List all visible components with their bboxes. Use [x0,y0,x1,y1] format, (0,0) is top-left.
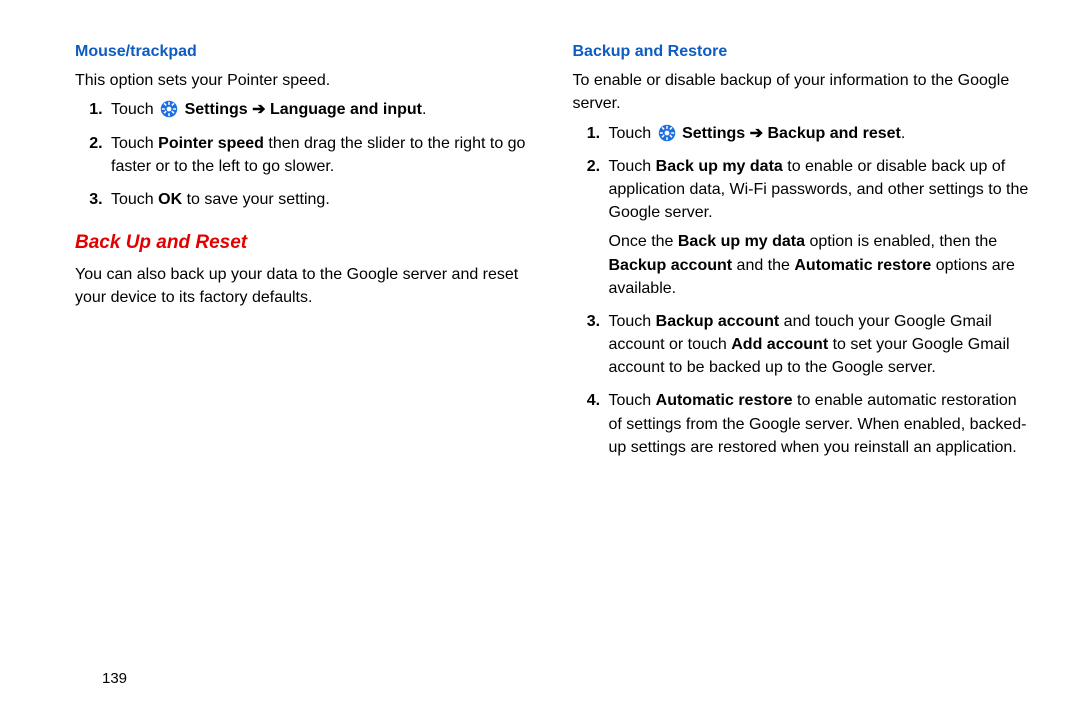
step-followon: Once the Back up my data option is enabl… [609,230,1031,300]
heading-backup-reset: Back Up and Reset [75,229,533,257]
step-item: Touch Back up my data to enable or disab… [605,155,1031,300]
settings-gear-icon [658,124,676,142]
manual-page: Mouse/trackpad This option sets your Poi… [0,0,1080,469]
step-item: Touch Pointer speed then drag the slider… [107,132,533,178]
step-item: Touch Automatic restore to enable automa… [605,389,1031,459]
left-column: Mouse/trackpad This option sets your Poi… [75,40,533,469]
intro-left: This option sets your Pointer speed. [75,69,533,92]
step-item: Touch Settings ➔ Language and input. [107,98,533,121]
step-item: Touch Settings ➔ Backup and reset. [605,122,1031,145]
heading-backup-restore: Backup and Restore [573,40,1031,63]
steps-mouse-trackpad: Touch Settings ➔ Language and input. Touc… [75,98,533,211]
right-column: Backup and Restore To enable or disable … [573,40,1031,469]
body-backup-reset: You can also back up your data to the Go… [75,263,533,309]
step-item: Touch Backup account and touch your Goog… [605,310,1031,380]
step-item: Touch OK to save your setting. [107,188,533,211]
intro-right: To enable or disable backup of your info… [573,69,1031,115]
settings-gear-icon [160,100,178,118]
page-number: 139 [102,668,127,690]
heading-mouse-trackpad: Mouse/trackpad [75,40,533,63]
steps-backup-restore: Touch Settings ➔ Backup and reset. Touch … [573,122,1031,459]
